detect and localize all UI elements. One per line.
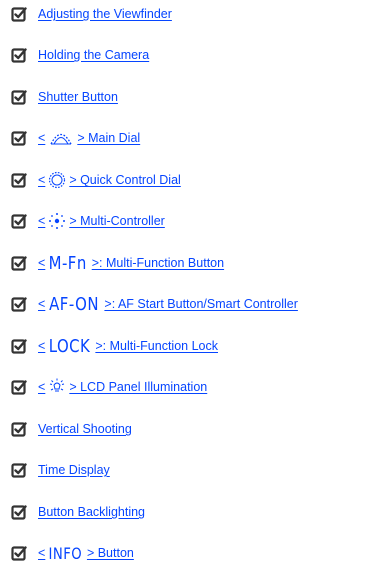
list-item: Adjusting the Viewfinder [0,3,369,25]
link-button-backlighting[interactable]: Button Backlighting [38,501,145,523]
list-item: < > Multi-Controller [0,210,369,232]
bracket-open: < [38,256,46,270]
link-multi-controller[interactable]: < > Multi-Controller [38,210,165,232]
link-text: > Quick Control Dial [69,173,181,187]
link-multi-function-button[interactable]: < M-Fn >: Multi-Function Button [38,252,224,274]
checked-box-icon [11,504,27,520]
list-item: Button Backlighting [0,501,369,523]
bracket-open: < [38,173,46,187]
list-item: Holding the Camera [0,44,369,66]
link-text: Vertical Shooting [38,422,132,436]
checked-box-icon [11,213,27,229]
checked-box-icon [11,130,27,146]
link-holding-camera[interactable]: Holding the Camera [38,44,149,66]
bracket-open: < [38,131,46,145]
link-lcd-panel-illumination[interactable]: < > LCD Panel Illumination [38,376,207,398]
checked-box-icon [11,296,27,312]
lock-button-label: LOCK [49,335,91,357]
list-item: < > Quick Control Dial [0,169,369,191]
link-adjusting-viewfinder[interactable]: Adjusting the Viewfinder [38,3,172,25]
link-time-display[interactable]: Time Display [38,459,110,481]
m-fn-button-label: M-Fn [48,252,88,274]
link-shutter-button[interactable]: Shutter Button [38,86,118,108]
checked-box-icon [11,172,27,188]
link-main-dial[interactable]: < > Main Dial [38,127,140,149]
link-text: > Button [86,546,134,560]
list-item: Time Display [0,459,369,481]
list-item: Vertical Shooting [0,418,369,440]
checked-box-icon [11,462,27,478]
list-item: Shutter Button [0,86,369,108]
bracket-open: < [38,339,46,353]
link-text: >: AF Start Button/Smart Controller [104,297,298,311]
link-text: Shutter Button [38,90,118,104]
checked-box-icon [11,89,27,105]
link-text: Holding the Camera [38,48,150,62]
list-item: < INFO > Button [0,542,369,564]
link-text: Button Backlighting [38,505,146,519]
checked-box-icon [11,6,27,22]
checked-box-icon [11,379,27,395]
link-info-button[interactable]: < INFO > Button [38,542,134,564]
link-text: > Multi-Controller [69,214,165,228]
link-text: >: Multi-Function Button [91,256,225,270]
bracket-open: < [38,380,46,394]
checked-box-icon [11,255,27,271]
link-af-start-button[interactable]: < AF-ON >: AF Start Button/Smart Control… [38,293,298,315]
link-multi-function-lock[interactable]: < LOCK >: Multi-Function Lock [38,335,218,357]
bracket-open: < [38,546,46,560]
bracket-open: < [38,297,46,311]
checked-box-icon [11,338,27,354]
multi-controller-icon [48,212,66,230]
link-vertical-shooting[interactable]: Vertical Shooting [38,418,132,440]
list-item: < > LCD Panel Illumination [0,376,369,398]
bracket-open: < [38,214,46,228]
info-button-label: INFO [48,543,83,563]
checked-box-icon [11,421,27,437]
list-item: < M-Fn >: Multi-Function Button [0,252,369,274]
checked-box-icon [11,545,27,561]
link-text: > LCD Panel Illumination [69,380,208,394]
af-on-button-label: AF-ON [49,293,100,315]
link-text: >: Multi-Function Lock [95,339,218,353]
list-item: < LOCK >: Multi-Function Lock [0,335,369,357]
main-dial-icon [48,129,74,147]
link-quick-control-dial[interactable]: < > Quick Control Dial [38,169,181,191]
link-text: > Main Dial [77,131,141,145]
list-item: < AF-ON >: AF Start Button/Smart Control… [0,293,369,315]
link-text: Time Display [38,463,110,477]
checked-box-icon [11,47,27,63]
list-item: < > Main Dial [0,127,369,149]
lcd-illumination-icon [48,378,66,396]
quick-control-dial-icon [48,171,66,189]
link-text: Adjusting the Viewfinder [38,7,172,21]
